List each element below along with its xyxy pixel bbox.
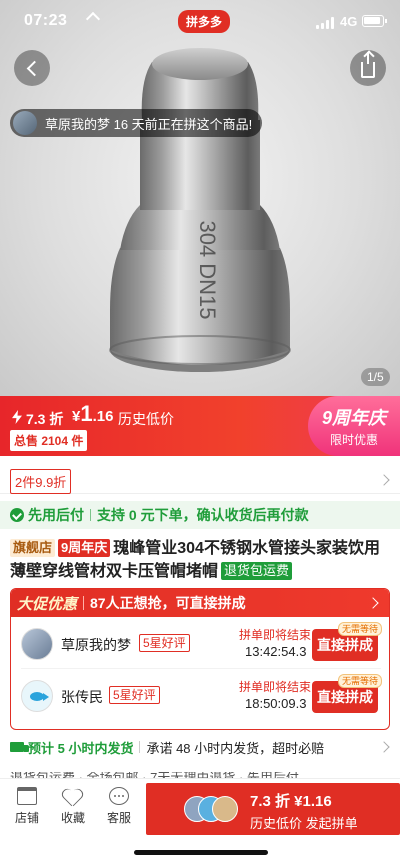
brand-badge: 拼多多 xyxy=(178,10,231,33)
group-leader-name: 张传民 xyxy=(61,689,103,705)
price: ¥1.16 xyxy=(72,401,113,427)
chevron-right-icon xyxy=(367,597,379,609)
favorite-label: 收藏 xyxy=(60,811,85,825)
total-sold: 总售 2104 件 xyxy=(10,430,88,451)
pay-later-label: 先用后付 xyxy=(28,507,84,523)
avatar xyxy=(212,796,238,822)
countdown: 13:42:54.3 xyxy=(245,644,307,659)
buyer-avatars xyxy=(184,796,240,822)
price-decimal: .16 xyxy=(92,408,114,425)
coupon-row[interactable]: 2件9.9折 xyxy=(0,466,400,494)
separator xyxy=(90,509,91,521)
check-circle-icon xyxy=(10,508,24,522)
discount-label: 7.3 折 xyxy=(26,411,64,427)
location-arrow-icon xyxy=(85,11,101,27)
back-button[interactable] xyxy=(14,50,50,86)
price-bar: 7.3 折 ¥1.16 历史低价 总售 2104 件 9周年庆 限时优惠 xyxy=(0,396,400,456)
divider xyxy=(21,668,381,669)
group-buy-header-text: 87人正想抢，可直接拼成 xyxy=(90,595,246,611)
separator xyxy=(83,596,85,610)
no-wait-badge: 无需等待 xyxy=(338,622,383,636)
customer-service-label: 客服 xyxy=(106,811,131,825)
home-indicator xyxy=(134,850,268,855)
chat-icon xyxy=(109,787,129,805)
buyer-notice: 草原我的梦 16 天前正在拼这个商品! xyxy=(10,109,263,137)
chevron-right-icon xyxy=(378,741,390,753)
coupon-tag: 2件9.9折 xyxy=(10,469,72,494)
flagship-tag: 旗舰店 xyxy=(10,539,56,557)
group-status: 拼单即将结束 xyxy=(239,628,312,642)
avatar xyxy=(13,111,37,135)
shop-label: 店铺 xyxy=(14,811,39,825)
network-type: 4G xyxy=(340,14,358,29)
group-leader-name: 草原我的梦 xyxy=(61,637,131,653)
truck-icon xyxy=(10,742,29,752)
history-low-label: 历史低价 xyxy=(118,411,174,427)
share-button[interactable] xyxy=(350,50,386,86)
promo-logo: 大促优惠 xyxy=(17,595,78,613)
lightning-icon xyxy=(12,410,22,424)
customer-service-button[interactable]: 客服 xyxy=(96,787,142,826)
shipping-estimate: 预计 5 小时内发货 xyxy=(28,740,134,756)
buy-price: 7.3 折 ¥1.16 xyxy=(250,793,332,810)
product-image[interactable]: 304 DN15 07:23 拼多多 4G 草原我的梦 16 天前正在拼这个商品… xyxy=(0,0,400,396)
shop-button[interactable]: 店铺 xyxy=(4,787,50,826)
group-row: 草原我的梦 5星好评 拼单即将结束 13:42:54.3 直接拼成 无需等待 xyxy=(11,619,389,669)
price-integer: 1 xyxy=(80,401,93,426)
buyer-notice-text: 草原我的梦 16 天前正在拼这个商品! xyxy=(45,116,253,132)
heart-icon xyxy=(63,787,83,805)
pay-later-row[interactable]: 先用后付 支持 0 元下单，确认收货后再付款 xyxy=(0,501,400,529)
rating-badge: 5星好评 xyxy=(139,634,190,652)
countdown: 18:50:09.3 xyxy=(245,696,307,711)
anniversary-badge: 9周年庆 限时优惠 xyxy=(308,396,400,456)
battery-icon xyxy=(362,15,387,27)
avatar xyxy=(21,628,53,660)
product-title: 旗舰店 9周年庆 瑰峰管业304不锈钢水管接头家装饮用薄壁穿线管材双卡压管帽堵帽 退货… xyxy=(10,537,394,583)
chevron-left-icon xyxy=(26,60,42,76)
engraving-text: 304 DN15 xyxy=(195,220,220,319)
shop-icon xyxy=(17,787,37,805)
anniversary-subtitle: 限时优惠 xyxy=(329,433,378,447)
anniversary-title: 9周年庆 xyxy=(321,408,386,428)
group-status: 拼单即将结束 xyxy=(239,680,312,694)
favorite-button[interactable]: 收藏 xyxy=(50,787,96,826)
share-icon xyxy=(361,52,375,78)
start-group-buy-button[interactable]: 7.3 折 ¥1.16 历史低价 发起拼单 xyxy=(146,783,400,835)
shipping-row[interactable]: 预计 5 小时内发货 承诺 48 小时内发货，超时必赔 xyxy=(0,736,400,758)
product-page: 304 DN15 07:23 拼多多 4G 草原我的梦 16 天前正在拼这个商品… xyxy=(0,0,400,865)
group-buy-card: 大促优惠 87人正想抢，可直接拼成 草原我的梦 5星好评 拼单即将结束 13:4… xyxy=(10,588,390,730)
group-row: 张传民 5星好评 拼单即将结束 18:50:09.3 直接拼成 无需等待 xyxy=(11,671,389,721)
group-buy-header[interactable]: 大促优惠 87人正想抢，可直接拼成 xyxy=(11,589,389,617)
separator xyxy=(139,741,141,753)
anniversary-tag: 9周年庆 xyxy=(58,539,111,557)
fish-icon xyxy=(30,692,49,701)
return-shipping-tag: 退货包运费 xyxy=(221,562,293,580)
status-bar: 07:23 拼多多 4G xyxy=(0,0,400,44)
no-wait-badge: 无需等待 xyxy=(338,674,383,688)
pipe-cap-photo: 304 DN15 xyxy=(109,48,291,372)
rating-badge: 5星好评 xyxy=(109,686,160,704)
cellular-signal-icon xyxy=(316,17,336,29)
avatar xyxy=(21,680,53,712)
bottom-bar: 店铺 收藏 客服 7.3 折 ¥1.16 历史低价 发起拼单 xyxy=(0,778,400,838)
chevron-right-icon xyxy=(378,474,390,486)
pay-later-detail: 支持 0 元下单，确认收货后再付款 xyxy=(97,507,309,523)
buy-subtitle: 历史低价 发起拼单 xyxy=(250,816,358,831)
clock: 07:23 xyxy=(24,12,68,29)
image-counter: 1/5 xyxy=(361,368,390,386)
shipping-promise: 承诺 48 小时内发货，超时必赔 xyxy=(146,740,325,756)
